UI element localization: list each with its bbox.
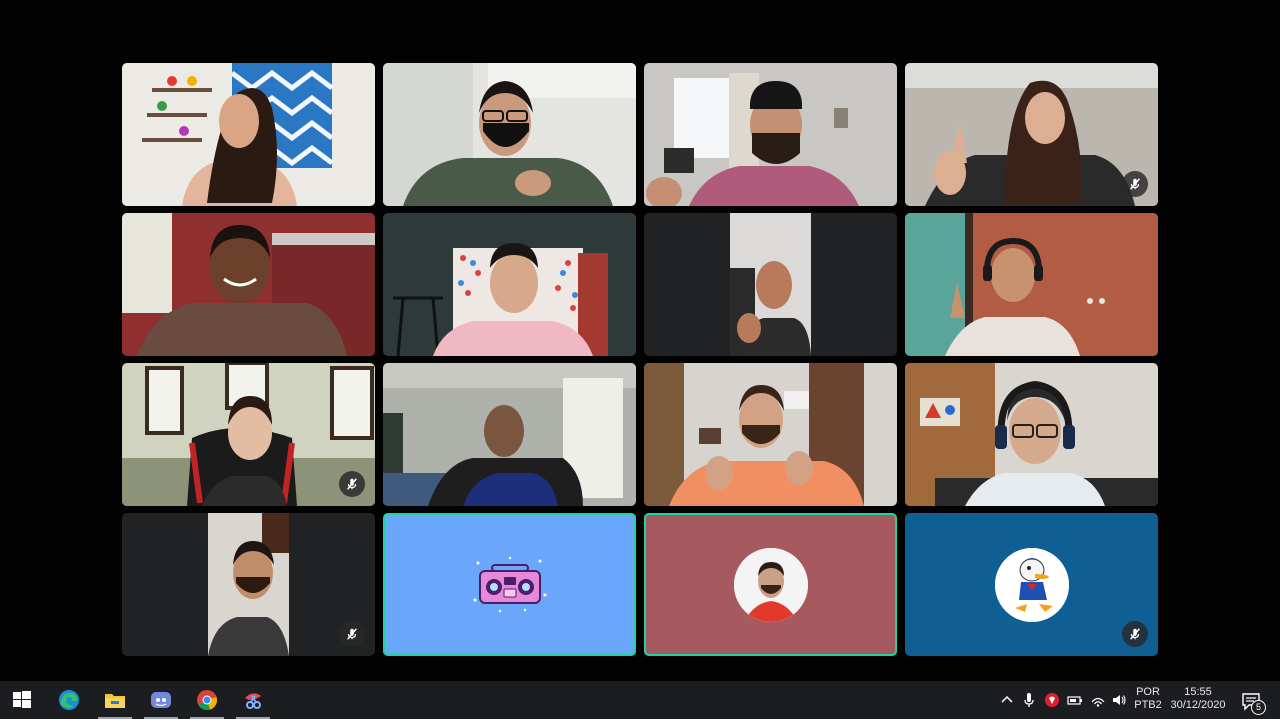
notifications-icon[interactable]: 5 — [1240, 690, 1266, 715]
participant-tile-4[interactable] — [905, 63, 1158, 206]
clock[interactable]: 15:55 30/12/2020 — [1166, 686, 1230, 712]
participant-tile-11[interactable] — [644, 363, 897, 506]
muted-mic-icon — [339, 471, 365, 497]
wifi-icon[interactable] — [1089, 691, 1107, 709]
participant-tile-5[interactable] — [122, 213, 375, 356]
muted-mic-icon — [1122, 621, 1148, 647]
participant-tile-16[interactable] — [905, 513, 1158, 656]
snipping-tool-icon[interactable] — [233, 681, 273, 719]
participant-tile-9[interactable] — [122, 363, 375, 506]
chrome-icon[interactable] — [187, 681, 227, 719]
muted-mic-icon — [339, 621, 365, 647]
participant-tile-13[interactable] — [122, 513, 375, 656]
language-indicator[interactable]: POR PTB2 — [1133, 686, 1163, 712]
participant-tile-12[interactable] — [905, 363, 1158, 506]
video-grid — [122, 63, 1158, 656]
participant-tile-10[interactable] — [383, 363, 636, 506]
clock-time: 15:55 — [1184, 686, 1212, 698]
participant-tile-7[interactable] — [644, 213, 897, 356]
participant-tile-14[interactable] — [383, 513, 636, 656]
duck-avatar — [994, 547, 1069, 622]
participant-tile-3[interactable] — [644, 63, 897, 206]
battery-icon[interactable] — [1066, 691, 1084, 709]
participant-tile-8[interactable] — [905, 213, 1158, 356]
file-explorer-icon[interactable] — [95, 681, 135, 719]
edge-icon[interactable] — [49, 681, 89, 719]
chevron-up-icon[interactable] — [998, 691, 1016, 709]
participant-tile-15[interactable] — [644, 513, 897, 656]
security-shield-icon[interactable] — [1043, 691, 1061, 709]
microphone-icon[interactable] — [1020, 691, 1038, 709]
windows-taskbar: POR PTB2 15:55 30/12/2020 5 — [0, 681, 1280, 719]
notification-count-badge: 5 — [1251, 700, 1266, 715]
language-code: POR — [1136, 686, 1160, 698]
keyboard-layout: PTB2 — [1134, 699, 1162, 711]
profile-photo-avatar — [733, 547, 808, 622]
clock-date: 30/12/2020 — [1170, 699, 1226, 711]
discord-icon[interactable] — [141, 681, 181, 719]
speaker-volume-icon[interactable] — [1110, 691, 1128, 709]
muted-mic-icon — [1122, 171, 1148, 197]
participant-tile-1[interactable] — [122, 63, 375, 206]
participant-tile-6[interactable] — [383, 213, 636, 356]
boombox-avatar — [470, 555, 550, 615]
participant-tile-2[interactable] — [383, 63, 636, 206]
windows-start-icon[interactable] — [2, 681, 42, 719]
